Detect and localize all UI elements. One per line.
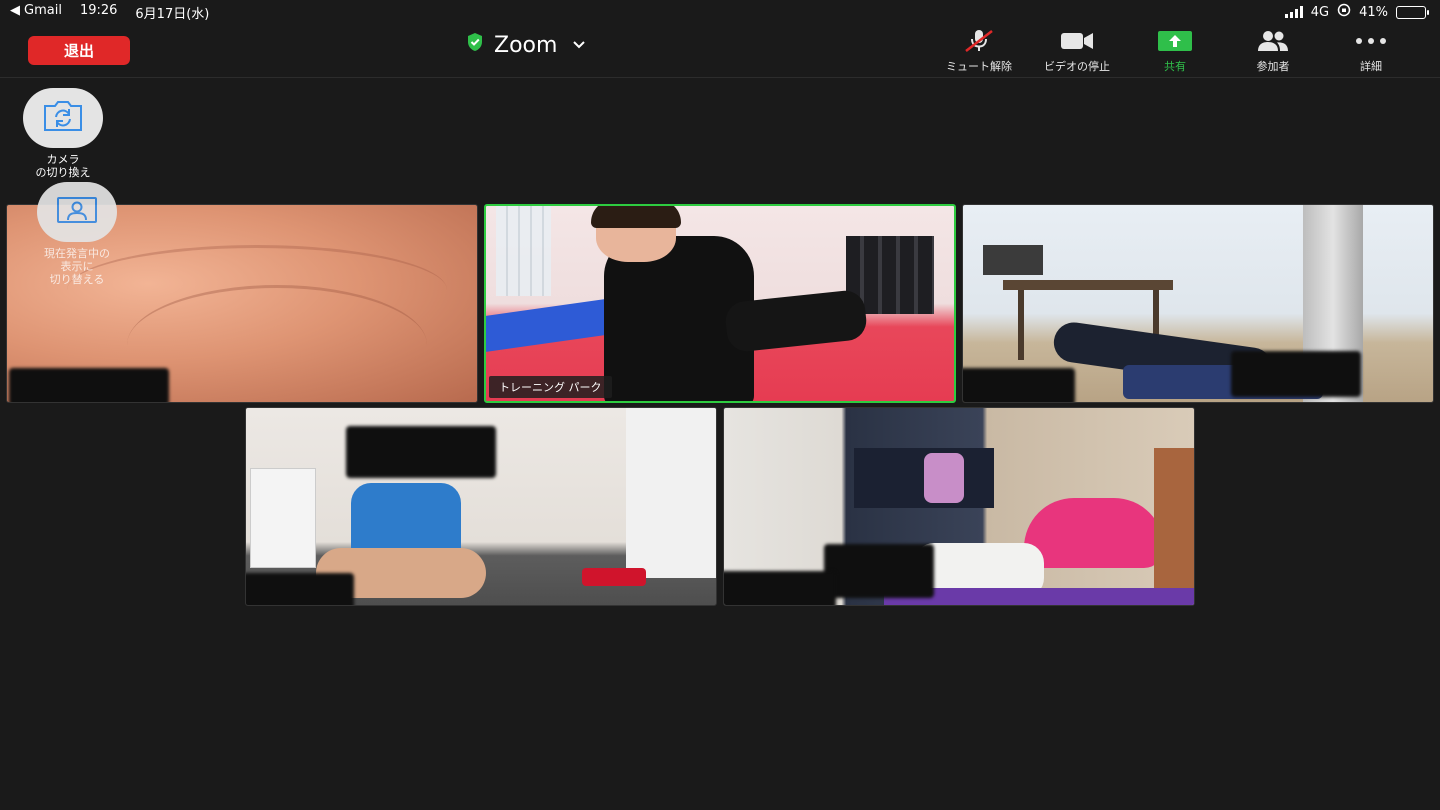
mic-muted-icon bbox=[962, 30, 996, 52]
name-censor bbox=[963, 368, 1075, 402]
video-tile-4[interactable] bbox=[245, 407, 717, 606]
stop-video-label: ビデオの停止 bbox=[1044, 60, 1110, 73]
back-app-label: Gmail bbox=[24, 3, 62, 18]
more-label: 詳細 bbox=[1360, 60, 1382, 73]
camera-switch-icon bbox=[39, 100, 87, 136]
more-dots-icon bbox=[1355, 30, 1387, 52]
switch-view-button[interactable]: 現在発言中の 表示に 切り替える bbox=[20, 182, 134, 286]
secure-shield-icon bbox=[466, 32, 484, 58]
status-bar: ◀ Gmail 19:26 6月17日(水) 4G 41% bbox=[0, 0, 1440, 22]
chevron-down-icon bbox=[573, 37, 586, 53]
switch-camera-button[interactable]: カメラ の切り換え bbox=[23, 88, 103, 179]
meeting-title-button[interactable]: Zoom bbox=[466, 32, 586, 58]
name-censor bbox=[246, 573, 354, 605]
video-tile-5[interactable] bbox=[723, 407, 1195, 606]
battery-icon bbox=[1396, 5, 1429, 19]
share-arrow-icon bbox=[1158, 30, 1192, 52]
share-label: 共有 bbox=[1164, 60, 1186, 73]
back-arrow-icon: ◀ bbox=[10, 3, 20, 18]
name-censor bbox=[9, 368, 169, 402]
stop-video-button[interactable]: ビデオの停止 bbox=[1028, 30, 1126, 74]
participants-icon bbox=[1255, 30, 1291, 52]
toolbar-actions: ミュート解除 ビデオの停止 共有 参加者 詳細 bbox=[930, 30, 1420, 74]
signal-icon bbox=[1284, 6, 1303, 18]
participant-name-tag: トレーニング パーク bbox=[489, 376, 612, 398]
speaker-view-icon bbox=[56, 196, 98, 228]
face-censor bbox=[824, 544, 934, 598]
video-tile-active-speaker[interactable]: トレーニング パーク bbox=[484, 204, 956, 403]
back-to-app-link[interactable]: ◀ Gmail bbox=[10, 3, 62, 22]
participants-button[interactable]: 参加者 bbox=[1224, 30, 1322, 74]
video-camera-icon bbox=[1059, 30, 1095, 52]
switch-camera-label: カメラ の切り換え bbox=[35, 153, 91, 179]
meeting-toolbar: 退出 Zoom ミュート解除 ビデオの停止 共有 参加者 詳細 bbox=[0, 22, 1440, 78]
face-censor bbox=[346, 426, 496, 478]
video-tile-3[interactable] bbox=[962, 204, 1434, 403]
unmute-button[interactable]: ミュート解除 bbox=[930, 30, 1028, 74]
switch-view-label: 現在発言中の 表示に 切り替える bbox=[44, 247, 110, 286]
face-censor bbox=[1231, 351, 1361, 397]
unmute-label: ミュート解除 bbox=[946, 60, 1012, 73]
share-button[interactable]: 共有 bbox=[1126, 30, 1224, 74]
more-button[interactable]: 詳細 bbox=[1322, 30, 1420, 74]
participants-label: 参加者 bbox=[1256, 60, 1290, 73]
orientation-lock-icon bbox=[1337, 3, 1351, 21]
network-label: 4G bbox=[1310, 4, 1330, 20]
meeting-title: Zoom bbox=[494, 32, 558, 58]
switch-view-circle bbox=[37, 182, 117, 242]
name-censor bbox=[724, 571, 836, 605]
leave-meeting-button[interactable]: 退出 bbox=[28, 36, 130, 65]
battery-label: 41% bbox=[1359, 4, 1388, 20]
status-date: 6月17日(水) bbox=[135, 7, 210, 22]
switch-camera-circle bbox=[23, 88, 103, 148]
status-time: 19:26 bbox=[79, 3, 118, 18]
